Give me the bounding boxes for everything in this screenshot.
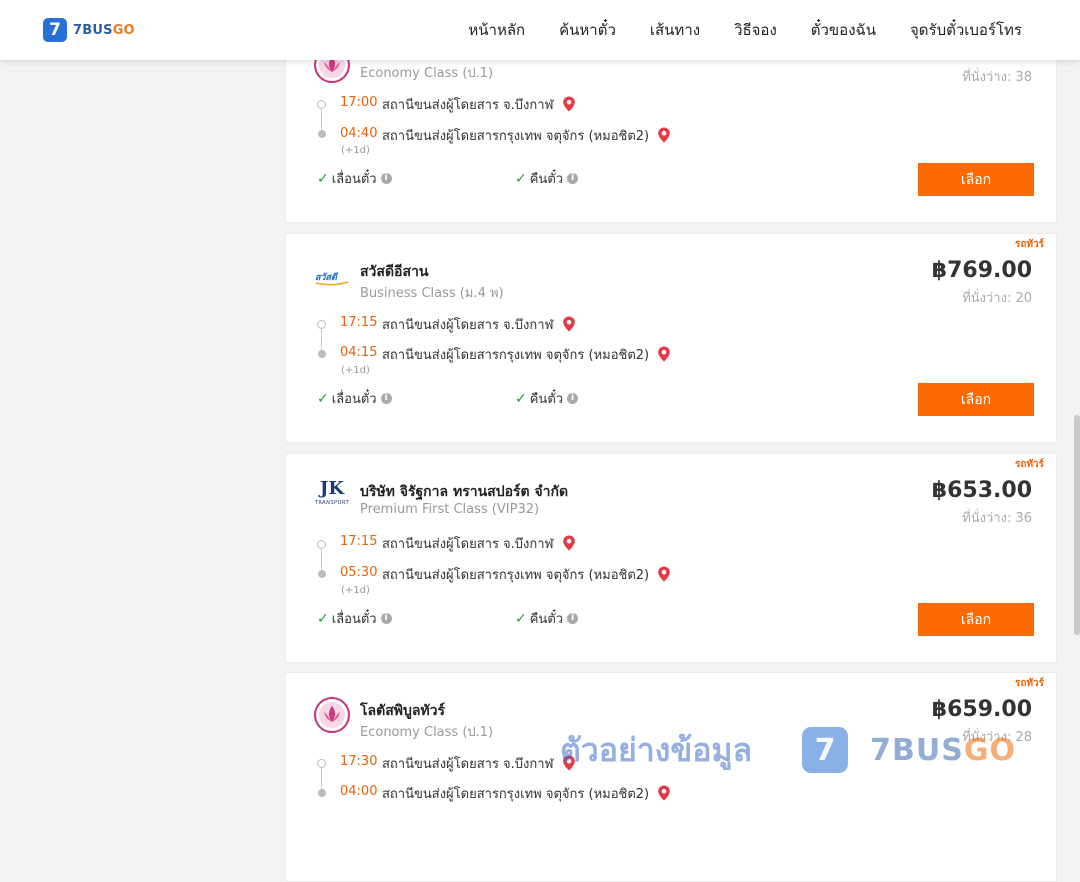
- refund-policy: ✓ คืนตั๋ว i: [515, 168, 579, 189]
- arrive-time: 05:30: [340, 565, 378, 580]
- next-day-label: (+1d): [341, 365, 370, 376]
- reschedule-policy: ✓ เลื่อนตั๋ว i: [317, 388, 392, 409]
- refund-policy: ✓ คืนตั๋ว i: [515, 388, 579, 409]
- check-icon: ✓: [317, 170, 329, 187]
- operator-name: สวัสดีอีสาน: [360, 264, 429, 280]
- info-icon[interactable]: i: [567, 393, 579, 404]
- nav-how-to-book[interactable]: วิธีจอง: [734, 18, 777, 42]
- tour-bus-tag: รถทัวร์: [1014, 678, 1044, 689]
- map-pin-icon[interactable]: [562, 535, 576, 551]
- reschedule-policy: ✓ เลื่อนตั๋ว i: [317, 608, 392, 629]
- depart-time: 17:15: [340, 315, 378, 330]
- ticket-price: ฿659.00: [931, 697, 1032, 722]
- depart-station: สถานีขนส่งผู้โดยสาร จ.บึงกาฬ: [382, 533, 576, 554]
- depart-station: สถานีขนส่งผู้โดยสาร จ.บึงกาฬ: [382, 314, 576, 335]
- nav-home[interactable]: หน้าหลัก: [468, 18, 525, 42]
- top-navbar: 7 7BUSGO หน้าหลัก ค้นหาตั๋ว เส้นทาง วิธี…: [0, 0, 1080, 60]
- check-icon: ✓: [515, 390, 527, 407]
- map-pin-icon[interactable]: [562, 755, 576, 771]
- bus-class: Economy Class (ป.1): [360, 725, 494, 740]
- seats-available: ที่นั่งว่าง: 38: [962, 70, 1032, 85]
- operator-name: โลตัสพิบูลทัวร์: [360, 703, 446, 719]
- sawasdee-logo-icon: สวัสดี: [314, 270, 350, 286]
- arrive-time: 04:40: [340, 126, 378, 141]
- nav-pickup-points[interactable]: จุดรับตั๋วเบอร์โทร: [910, 18, 1022, 42]
- next-day-label: (+1d): [341, 585, 370, 596]
- seats-available: ที่นั่งว่าง: 20: [962, 291, 1032, 306]
- ticket-price: ฿769.00: [931, 258, 1032, 283]
- arrive-dot-icon: [318, 350, 326, 358]
- depart-station: สถานีขนส่งผู้โดยสาร จ.บึงกาฬ: [382, 94, 576, 115]
- arrive-station: สถานีขนส่งผู้โดยสารกรุงเทพ จตุจักร (หมอช…: [382, 344, 671, 365]
- bus-class: Economy Class (ป.1): [360, 66, 494, 81]
- info-icon[interactable]: i: [567, 613, 579, 624]
- info-icon[interactable]: i: [380, 173, 392, 184]
- jk-transport-logo-icon: JK TRANSPORT: [314, 478, 350, 506]
- reschedule-policy: ✓ เลื่อนตั๋ว i: [317, 168, 392, 189]
- seats-available: ที่นั่งว่าง: 36: [962, 511, 1032, 526]
- trip-card: รถทัวร์ โลตัสพิบูลทัวร์ Economy Class (ป…: [285, 672, 1057, 882]
- select-trip-button[interactable]: เลือก: [918, 383, 1034, 416]
- map-pin-icon[interactable]: [657, 566, 671, 582]
- arrive-dot-icon: [318, 570, 326, 578]
- tour-bus-tag: รถทัวร์: [1014, 459, 1044, 470]
- nav-my-tickets[interactable]: ตั๋วของฉัน: [811, 18, 876, 42]
- trip-card: รถทัวร์ สวัสดี สวัสดีอีสาน Business Clas…: [285, 233, 1057, 443]
- map-pin-icon[interactable]: [562, 316, 576, 332]
- logo-text: 7BUSGO: [73, 22, 135, 38]
- ticket-price: ฿653.00: [931, 478, 1032, 503]
- info-icon[interactable]: i: [380, 613, 392, 624]
- map-pin-icon[interactable]: [657, 127, 671, 143]
- arrive-time: 04:15: [340, 345, 378, 360]
- depart-time: 17:15: [340, 534, 378, 549]
- next-day-label: (+1d): [341, 145, 370, 156]
- arrive-station: สถานีขนส่งผู้โดยสารกรุงเทพ จตุจักร (หมอช…: [382, 564, 671, 585]
- check-icon: ✓: [515, 610, 527, 627]
- check-icon: ✓: [317, 390, 329, 407]
- info-icon[interactable]: i: [380, 393, 392, 404]
- map-pin-icon[interactable]: [657, 346, 671, 362]
- map-pin-icon[interactable]: [657, 785, 671, 801]
- main-nav: หน้าหลัก ค้นหาตั๋ว เส้นทาง วิธีจอง ตั๋วข…: [434, 0, 1022, 60]
- svg-text:สวัสดี: สวัสดี: [315, 272, 339, 283]
- check-icon: ✓: [317, 610, 329, 627]
- depart-time: 17:30: [340, 754, 378, 769]
- bus-class: Business Class (ม.4 พ): [360, 286, 504, 301]
- arrive-station: สถานีขนส่งผู้โดยสารกรุงเทพ จตุจักร (หมอช…: [382, 783, 671, 804]
- nav-search-ticket[interactable]: ค้นหาตั๋ว: [559, 18, 616, 42]
- logo-mark-icon: 7: [43, 18, 67, 42]
- trip-card: รถทัวร์ JK TRANSPORT บริษัท จิรัฐกาล ทรา…: [285, 453, 1057, 663]
- depart-time: 17:00: [340, 95, 378, 110]
- arrive-station: สถานีขนส่งผู้โดยสารกรุงเทพ จตุจักร (หมอช…: [382, 125, 671, 146]
- depart-station: สถานีขนส่งผู้โดยสาร จ.บึงกาฬ: [382, 753, 576, 774]
- select-trip-button[interactable]: เลือก: [918, 603, 1034, 636]
- check-icon: ✓: [515, 170, 527, 187]
- seats-available: ที่นั่งว่าง: 28: [962, 730, 1032, 745]
- operator-name: บริษัท จิรัฐกาล ทรานสปอร์ต จำกัด: [360, 484, 569, 500]
- arrive-time: 04:00: [340, 784, 378, 799]
- bus-class: Premium First Class (VIP32): [360, 502, 540, 517]
- arrive-dot-icon: [318, 130, 326, 138]
- map-pin-icon[interactable]: [562, 96, 576, 112]
- nav-routes[interactable]: เส้นทาง: [650, 18, 700, 42]
- select-trip-button[interactable]: เลือก: [918, 163, 1034, 196]
- lotus-logo-icon: [314, 697, 350, 733]
- info-icon[interactable]: i: [567, 173, 579, 184]
- arrive-dot-icon: [318, 789, 326, 797]
- page-scrollbar[interactable]: [1074, 415, 1080, 635]
- tour-bus-tag: รถทัวร์: [1014, 239, 1044, 250]
- brand-logo[interactable]: 7 7BUSGO: [43, 18, 135, 42]
- refund-policy: ✓ คืนตั๋ว i: [515, 608, 579, 629]
